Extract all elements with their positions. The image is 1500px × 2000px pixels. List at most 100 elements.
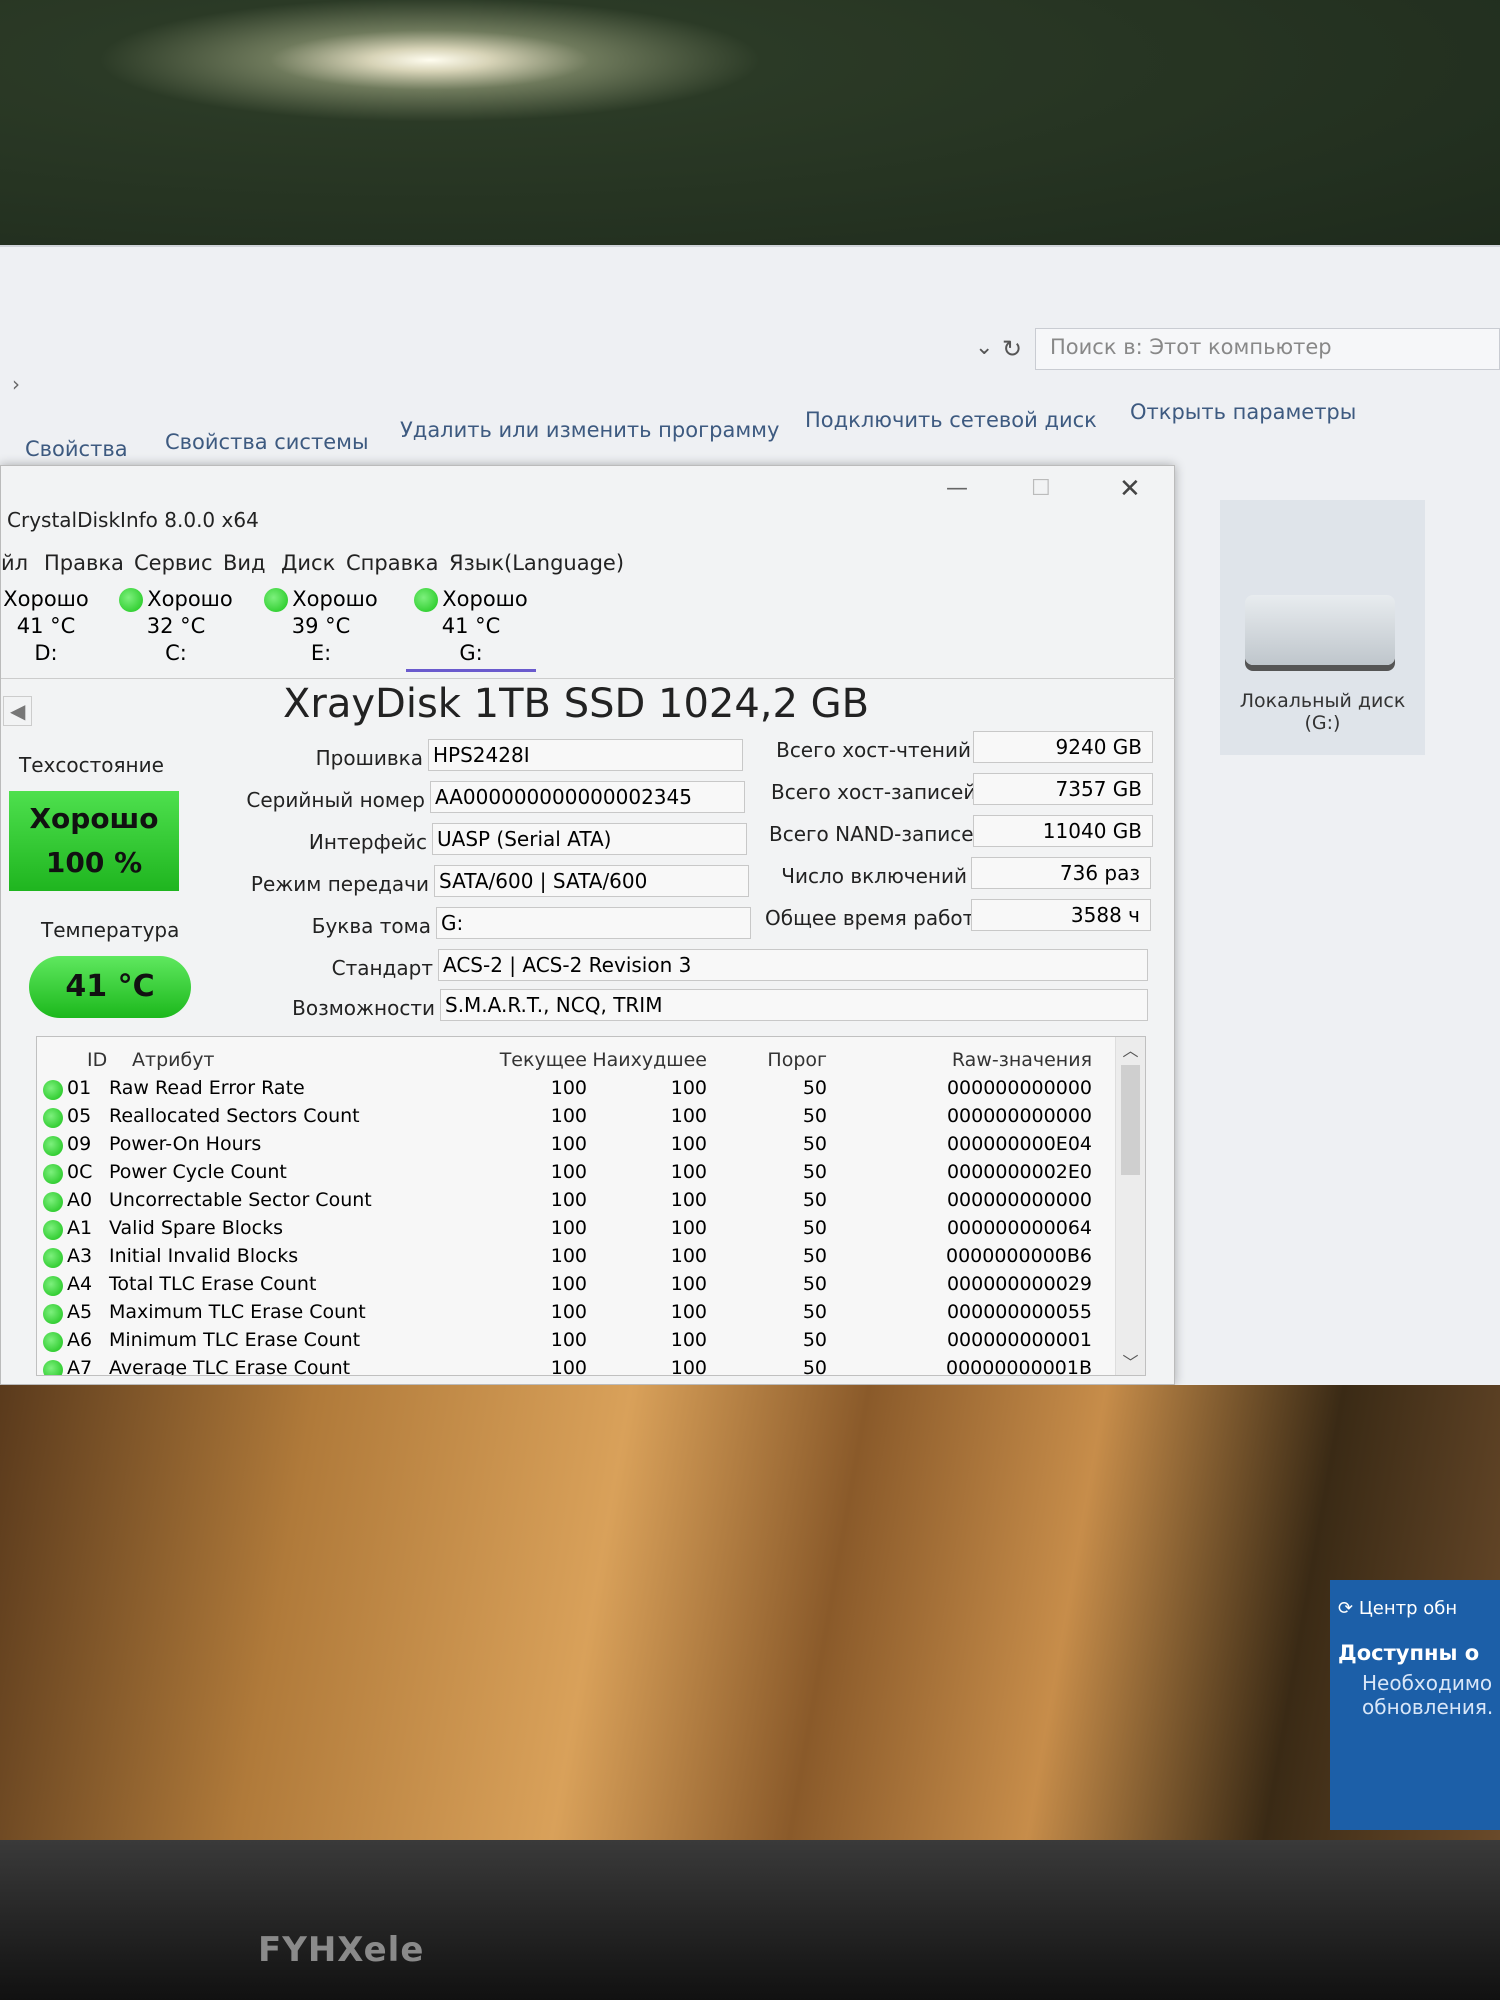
status-good-icon <box>43 1360 63 1375</box>
scroll-up-icon[interactable]: ︿ <box>1116 1037 1145 1061</box>
status-good-icon <box>119 588 144 612</box>
attr-name: Average TLC Erase Count <box>109 1357 351 1376</box>
status-good-icon <box>43 1164 63 1184</box>
table-row[interactable]: 05 Reallocated Sectors Count 100 100 50 … <box>37 1105 1112 1133</box>
disk-status: Хорошо <box>442 587 528 611</box>
attr-raw: 00000000001B <box>945 1357 1092 1376</box>
refresh-icon[interactable]: ↻ <box>1002 335 1022 363</box>
header-id[interactable]: ID <box>87 1049 107 1071</box>
attr-raw: 000000000029 <box>946 1273 1092 1295</box>
status-good-icon <box>43 1080 63 1100</box>
header-worst[interactable]: Наихудшее <box>592 1049 707 1071</box>
transfer-mode-value: SATA/600 | SATA/600 <box>434 865 749 897</box>
header-raw[interactable]: Raw-значения <box>857 1049 1092 1071</box>
attr-name: Reallocated Sectors Count <box>109 1105 360 1127</box>
disk-letter: C: <box>165 641 187 665</box>
status-good-icon <box>43 1192 63 1212</box>
disk-temp: 39 °C <box>291 614 351 638</box>
transfer-mode-label: Режим передачи <box>250 872 429 896</box>
attr-worst: 100 <box>670 1189 707 1211</box>
table-row[interactable]: 0C Power Cycle Count 100 100 50 00000000… <box>37 1161 1112 1189</box>
standard-value: ACS-2 | ACS-2 Revision 3 <box>438 949 1148 981</box>
scrollbar-thumb[interactable] <box>1121 1065 1140 1175</box>
menu-view[interactable]: Вид <box>223 551 266 575</box>
ribbon-properties[interactable]: Свойства <box>25 437 128 461</box>
update-notification[interactable]: ⟳ Центр обн Доступны о Необходимо обновл… <box>1330 1580 1500 1830</box>
attr-id: A7 <box>67 1357 93 1376</box>
table-row[interactable]: A6 Minimum TLC Erase Count 100 100 50 00… <box>37 1329 1112 1357</box>
maximize-button[interactable]: ☐ <box>1031 476 1051 501</box>
notification-heading: Доступны о <box>1338 1641 1480 1665</box>
host-reads-value: 9240 GB <box>973 731 1153 763</box>
host-writes-label: Всего хост-записей <box>771 780 977 804</box>
search-input[interactable]: Поиск в: Этот компьютер <box>1035 328 1500 370</box>
health-status-button[interactable]: Хорошо 100 % <box>9 791 179 891</box>
update-center-icon: ⟳ <box>1338 1598 1359 1619</box>
attr-threshold: 50 <box>802 1217 827 1239</box>
host-writes-value: 7357 GB <box>973 773 1153 805</box>
table-row[interactable]: A4 Total TLC Erase Count 100 100 50 0000… <box>37 1273 1112 1301</box>
standard-label: Стандарт <box>331 956 433 980</box>
table-row[interactable]: 01 Raw Read Error Rate 100 100 50 000000… <box>37 1077 1112 1105</box>
status-good-icon <box>43 1276 63 1296</box>
chevron-right-icon[interactable]: › <box>12 372 20 396</box>
menu-file[interactable]: йл <box>1 551 28 575</box>
attr-name: Initial Invalid Blocks <box>109 1245 299 1267</box>
header-current[interactable]: Текущее <box>477 1049 587 1071</box>
disk-tab-e[interactable]: Хорошо 39 °C E: <box>256 586 386 667</box>
disk-status: Хорошо <box>147 587 233 611</box>
attr-threshold: 50 <box>802 1245 827 1267</box>
health-percent: 100 % <box>45 846 143 879</box>
table-row[interactable]: A3 Initial Invalid Blocks 100 100 50 000… <box>37 1245 1112 1273</box>
disk-tab-c[interactable]: Хорошо 32 °C C: <box>111 586 241 667</box>
divider <box>1 678 1176 679</box>
disk-tab-d[interactable]: Хорошо 41 °C D: <box>0 586 111 667</box>
attr-current: 100 <box>550 1329 587 1351</box>
table-row[interactable]: A1 Valid Spare Blocks 100 100 50 0000000… <box>37 1217 1112 1245</box>
attr-raw: 000000000000 <box>946 1189 1092 1211</box>
disk-tab-g[interactable]: Хорошо 41 °C G: <box>406 586 536 672</box>
close-button[interactable]: ✕ <box>1119 474 1141 504</box>
table-row[interactable]: 09 Power-On Hours 100 100 50 000000000E0… <box>37 1133 1112 1161</box>
attr-threshold: 50 <box>802 1161 827 1183</box>
disk-temp: 41 °C <box>16 614 76 638</box>
ribbon-uninstall[interactable]: Удалить или изменить программу <box>400 418 779 442</box>
ribbon-system-properties[interactable]: Свойства системы <box>165 430 369 454</box>
attr-current: 100 <box>550 1077 587 1099</box>
minimize-button[interactable]: — <box>946 476 968 501</box>
header-attribute[interactable]: Атрибут <box>132 1049 215 1071</box>
menu-help[interactable]: Справка <box>346 551 439 575</box>
attr-name: Power Cycle Count <box>109 1161 287 1183</box>
attr-threshold: 50 <box>802 1273 827 1295</box>
features-value: S.M.A.R.T., NCQ, TRIM <box>440 989 1148 1021</box>
menu-disk[interactable]: Диск <box>281 551 335 575</box>
status-good-icon <box>414 588 439 612</box>
scrollbar[interactable]: ︿ ﹀ <box>1115 1037 1145 1375</box>
attr-current: 100 <box>550 1301 587 1323</box>
nand-writes-label: Всего NAND-записей <box>769 822 987 846</box>
attr-worst: 100 <box>670 1133 707 1155</box>
window-title: CrystalDiskInfo 8.0.0 x64 <box>7 508 259 532</box>
table-row[interactable]: A0 Uncorrectable Sector Count 100 100 50… <box>37 1189 1112 1217</box>
ribbon-open-settings[interactable]: Открыть параметры <box>1130 400 1356 424</box>
previous-disk-button[interactable]: ◀ <box>3 696 33 726</box>
table-row[interactable]: A7 Average TLC Erase Count 100 100 50 00… <box>37 1357 1112 1376</box>
attr-threshold: 50 <box>802 1105 827 1127</box>
ribbon-map-drive[interactable]: Подключить сетевой диск <box>805 408 1097 432</box>
header-threshold[interactable]: Порог <box>717 1049 827 1071</box>
nand-writes-value: 11040 GB <box>973 815 1153 847</box>
disk-letter: D: <box>34 641 58 665</box>
attr-threshold: 50 <box>802 1189 827 1211</box>
menu-language[interactable]: Язык(Language) <box>449 551 624 575</box>
attr-name: Total TLC Erase Count <box>109 1273 317 1295</box>
table-row[interactable]: A5 Maximum TLC Erase Count 100 100 50 00… <box>37 1301 1112 1329</box>
background <box>0 0 1500 260</box>
status-good-icon <box>43 1248 63 1268</box>
monitor-brand-logo: FYHXele <box>258 1930 425 1970</box>
chevron-down-icon[interactable]: ⌄ <box>975 335 993 360</box>
menu-edit[interactable]: Правка <box>44 551 124 575</box>
attr-name: Power-On Hours <box>109 1133 262 1155</box>
attr-raw: 0000000002E0 <box>947 1161 1092 1183</box>
menu-service[interactable]: Сервис <box>134 551 212 575</box>
scroll-down-icon[interactable]: ﹀ <box>1116 1349 1145 1373</box>
